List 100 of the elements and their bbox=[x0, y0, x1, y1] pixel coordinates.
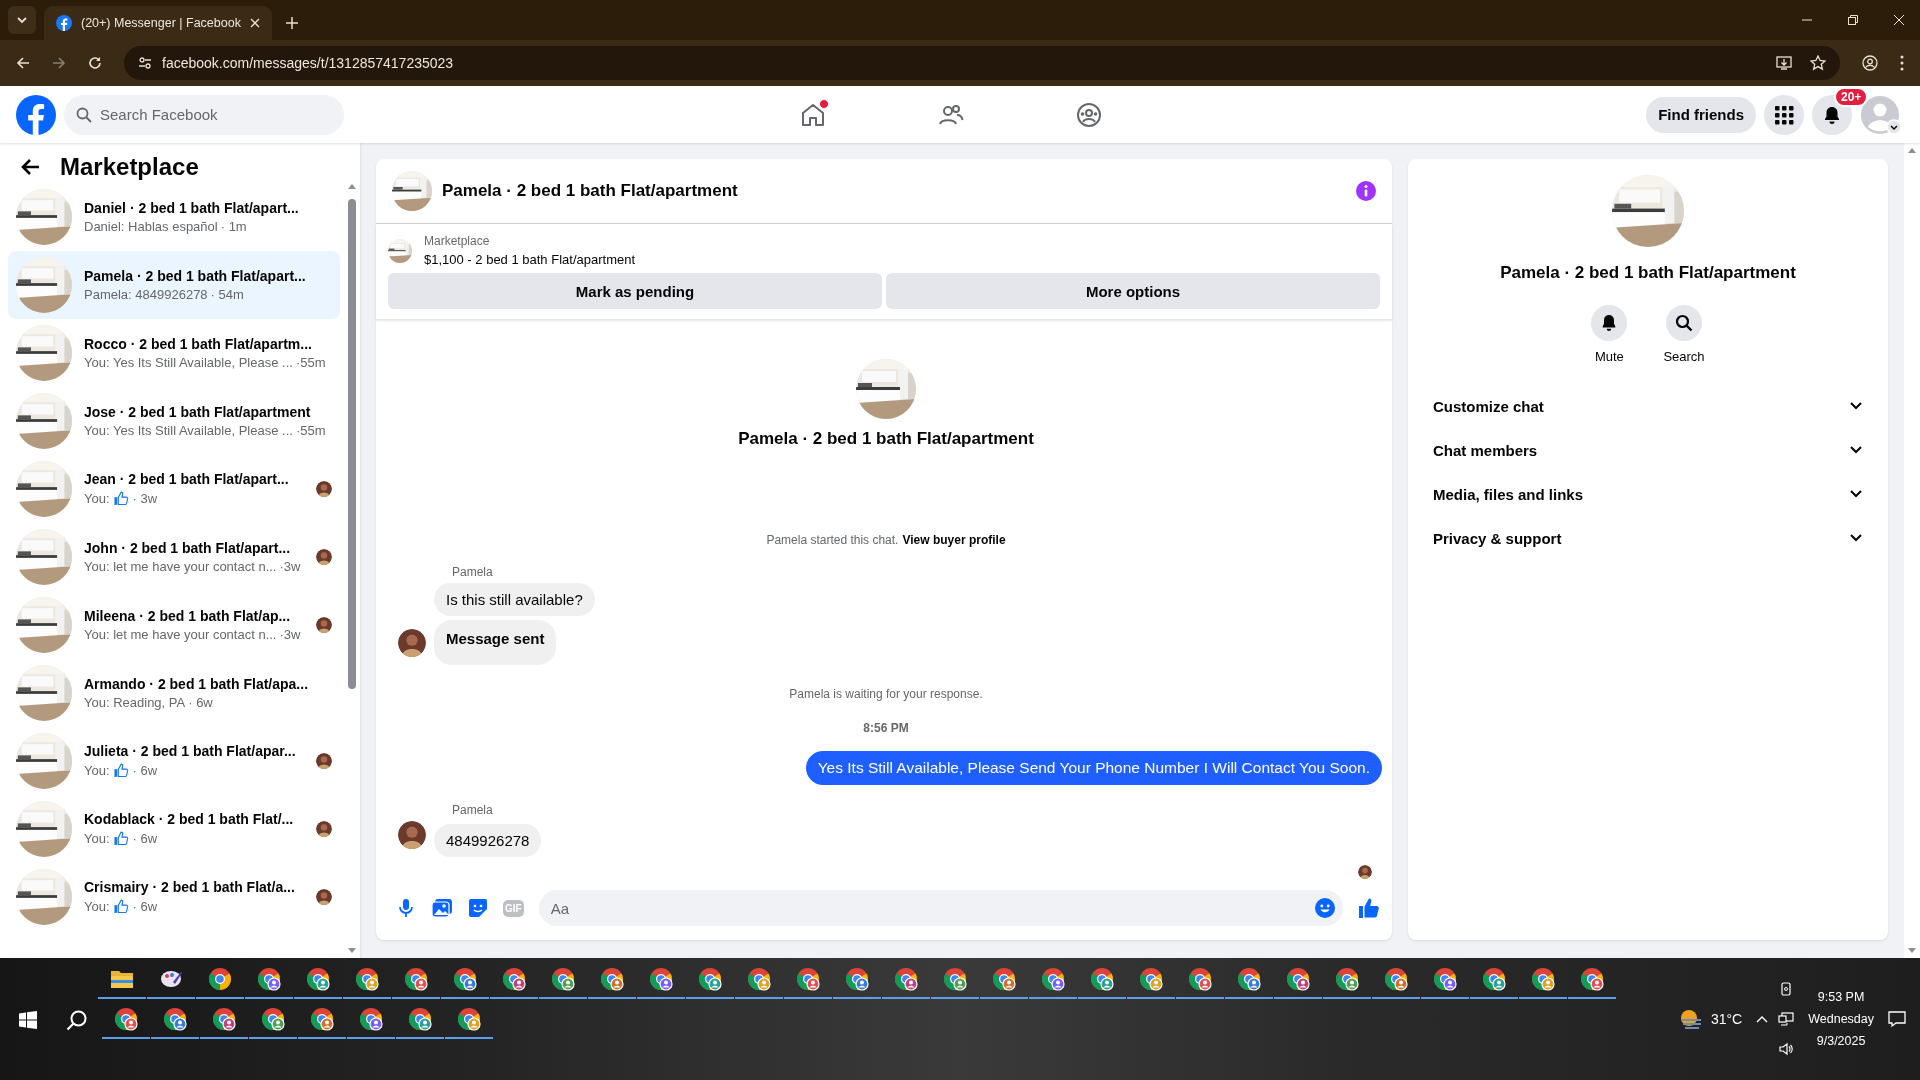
notification-center-icon[interactable] bbox=[1888, 1010, 1906, 1028]
browser-icon bbox=[1531, 967, 1555, 991]
scroll-down-icon[interactable] bbox=[1908, 948, 1916, 954]
menu-button[interactable] bbox=[1764, 94, 1804, 135]
chat-intro-name: Pamela · 2 bed 1 bath Flat/apartment bbox=[738, 429, 1034, 449]
address-bar[interactable]: facebook.com/messages/t/1312857417235023 bbox=[124, 46, 1840, 80]
sender-name: Pamela bbox=[452, 565, 494, 579]
close-icon[interactable] bbox=[1894, 15, 1904, 25]
chat-title: Pamela · 2 bed 1 bath Flat/apartment bbox=[442, 181, 739, 201]
scroll-down-icon[interactable] bbox=[348, 948, 356, 954]
weather-icon bbox=[1678, 1008, 1703, 1030]
conversation-item[interactable]: Pamela · 2 bed 1 bath Flat/apart... Pamela: 4849926278 · 54m bbox=[8, 251, 340, 319]
avatar bbox=[316, 821, 332, 837]
details-section[interactable]: Chat members bbox=[1424, 428, 1872, 472]
groups-icon bbox=[1076, 101, 1102, 128]
sticker-icon[interactable] bbox=[468, 898, 488, 918]
bookmark-star-icon[interactable] bbox=[1810, 55, 1826, 71]
message-preview: You: Reading, PA bbox=[84, 695, 186, 710]
message-preview: You: bbox=[84, 491, 110, 506]
browser-tab[interactable]: (20+) Messenger | Facebook bbox=[44, 6, 272, 40]
windows-logo-icon bbox=[19, 1011, 37, 1029]
url-text: facebook.com/messages/t/1312857417235023 bbox=[162, 55, 454, 71]
speaker-icon[interactable] bbox=[1779, 1042, 1794, 1056]
conversation-title: John · 2 bed 1 bath Flat/apart... bbox=[84, 540, 291, 556]
photo-icon[interactable] bbox=[431, 898, 453, 918]
listing-action-button[interactable]: Mark as pending bbox=[388, 273, 882, 309]
browser-icon bbox=[114, 1007, 138, 1031]
browser-icon bbox=[992, 967, 1016, 991]
facebook-logo-icon[interactable] bbox=[16, 94, 56, 135]
thumbs-up-icon bbox=[112, 830, 130, 847]
conversation-item[interactable]: Mileena · 2 bed 1 bath Flat/ap... You: let me have your contact n... ·3w bbox=[8, 591, 340, 659]
restore-icon[interactable] bbox=[1848, 15, 1858, 25]
message-input[interactable]: Aa bbox=[538, 890, 1343, 926]
forward-icon[interactable] bbox=[52, 56, 66, 70]
conversation-item[interactable]: Kodablack · 2 bed 1 bath Flat/... You: · 6w bbox=[8, 795, 340, 863]
browser-icon bbox=[1580, 967, 1604, 991]
conversation-item[interactable]: Rocco · 2 bed 1 bath Flat/apartm... You: Yes Its Still Available, Please ... ·55m bbox=[8, 319, 340, 387]
search-field[interactable]: Search Facebook bbox=[64, 94, 344, 135]
avatar bbox=[398, 629, 426, 657]
install-app-icon[interactable] bbox=[1776, 55, 1792, 71]
details-section[interactable]: Media, files and links bbox=[1424, 472, 1872, 516]
browser-icon bbox=[1335, 967, 1359, 991]
site-settings-icon[interactable] bbox=[138, 56, 152, 70]
reload-icon[interactable] bbox=[88, 56, 102, 70]
action-label: Search bbox=[1663, 349, 1705, 364]
conversation-item[interactable]: John · 2 bed 1 bath Flat/apart... You: let me have your contact n... ·3w bbox=[8, 523, 340, 591]
page-scrollbar[interactable] bbox=[1904, 143, 1920, 958]
scroll-up-icon[interactable] bbox=[1908, 147, 1916, 153]
details-section[interactable]: Customize chat bbox=[1424, 384, 1872, 428]
mute-button[interactable] bbox=[1591, 305, 1628, 341]
message-preview: You: let me have your contact n... bbox=[84, 559, 277, 574]
browser-icon bbox=[1237, 967, 1261, 991]
tab-list-button[interactable] bbox=[8, 6, 36, 34]
network-icon[interactable] bbox=[1778, 1012, 1795, 1026]
buyer-profile-link[interactable]: View buyer profile bbox=[902, 533, 1006, 547]
back-arrow-icon[interactable] bbox=[20, 158, 40, 176]
scroll-up-icon[interactable] bbox=[348, 183, 356, 189]
message-preview: You: bbox=[84, 899, 110, 914]
conversation-item[interactable]: Jose · 2 bed 1 bath Flat/apartment You: Yes Its Still Available, Please ... ·55m bbox=[8, 387, 340, 455]
back-icon[interactable] bbox=[16, 56, 30, 70]
browser-icon bbox=[261, 1007, 285, 1031]
listing-title: $1,100 - 2 bed 1 bath Flat/apartment bbox=[424, 252, 636, 267]
microphone-icon[interactable] bbox=[396, 898, 416, 918]
message-preview: You: let me have your contact n... bbox=[84, 627, 277, 642]
chat-notice: Pamela is waiting for your response. bbox=[789, 687, 983, 701]
message-time: ·3w bbox=[279, 627, 301, 642]
conversation-item[interactable]: Julieta · 2 bed 1 bath Flat/apar... You: · 6w bbox=[8, 727, 340, 795]
conversation-item[interactable]: Crismairy · 2 bed 1 bath Flat/a... You: · 6w bbox=[8, 863, 340, 931]
section-title: Privacy & support bbox=[1433, 529, 1562, 547]
close-icon[interactable] bbox=[250, 18, 260, 28]
chevron-up-icon[interactable] bbox=[1756, 1015, 1769, 1023]
details-section[interactable]: Privacy & support bbox=[1424, 516, 1872, 560]
more-menu-icon[interactable] bbox=[1900, 55, 1904, 71]
browser-icon bbox=[1139, 967, 1163, 991]
phone-icon[interactable] bbox=[1780, 982, 1793, 996]
message-time: ·55m bbox=[295, 355, 326, 370]
browser-icon bbox=[1482, 967, 1506, 991]
profile-icon[interactable] bbox=[1862, 55, 1878, 71]
message-time: · 1m bbox=[220, 219, 247, 234]
conversation-item[interactable]: Jean · 2 bed 1 bath Flat/apart... You: · 3w bbox=[8, 455, 340, 523]
info-icon[interactable] bbox=[1356, 181, 1376, 201]
conversation-item[interactable]: Armando · 2 bed 1 bath Flat/apa... You: Reading, PA · 6w bbox=[8, 659, 340, 727]
browser-icon bbox=[257, 967, 281, 991]
conversation-item[interactable]: Daniel · 2 bed 1 bath Flat/apart... Daniel: Hablas español · 1m bbox=[8, 183, 340, 251]
message-time: ·3w bbox=[279, 559, 301, 574]
chat-notice: Pamela started this chat. bbox=[766, 533, 899, 547]
message-preview: You: Yes Its Still Available, Please ... bbox=[84, 355, 293, 370]
message-time: · 54m bbox=[210, 287, 244, 302]
browser-icon bbox=[502, 967, 526, 991]
find-friends-button[interactable]: Find friends bbox=[1646, 96, 1756, 133]
tab-title: (20+) Messenger | Facebook bbox=[81, 16, 241, 30]
search-button[interactable] bbox=[1666, 305, 1702, 341]
weather-widget[interactable]: 31°C bbox=[1678, 1008, 1743, 1030]
new-tab-icon[interactable] bbox=[286, 17, 298, 29]
emoji-icon[interactable] bbox=[1315, 898, 1335, 918]
thumbs-up-icon[interactable] bbox=[1358, 897, 1380, 919]
bell-icon bbox=[1822, 104, 1842, 125]
listing-action-button[interactable]: More options bbox=[886, 273, 1380, 309]
clock[interactable]: 9:53 PM Wednesday 9/3/2025 bbox=[1808, 990, 1874, 1048]
browser-icon bbox=[208, 967, 232, 991]
